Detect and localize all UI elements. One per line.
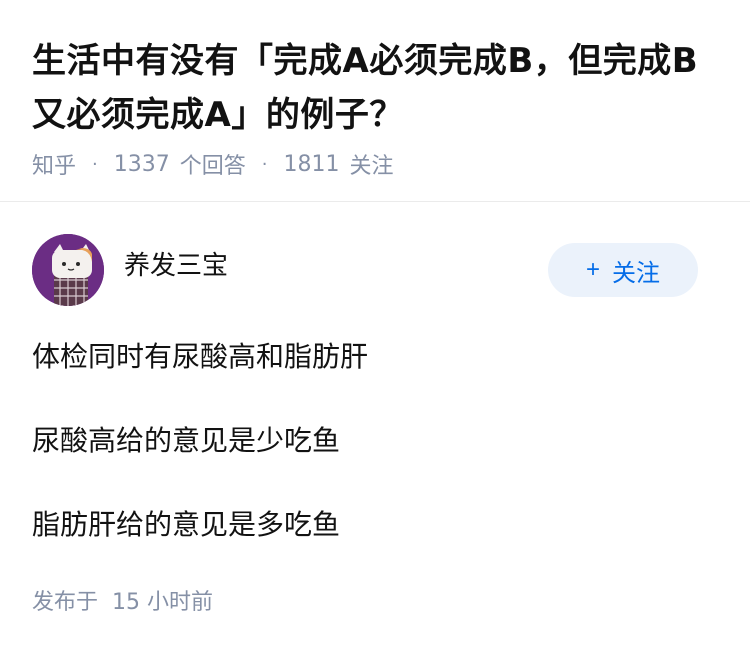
- follower-count-label: 关注: [349, 154, 394, 179]
- follow-button[interactable]: + 关注: [548, 243, 698, 297]
- meta-separator: ·: [92, 153, 98, 175]
- meta-separator: ·: [261, 153, 268, 175]
- answer-paragraph: 脂肪肝给的意见是多吃鱼: [32, 508, 341, 541]
- question-meta: 知乎 · 1337 个回答 · 1811 关注: [32, 148, 718, 180]
- answer-paragraph: 尿酸高给的意见是少吃鱼: [32, 424, 341, 457]
- plus-icon: +: [585, 256, 600, 283]
- answer-page: 生活中有没有「完成A必须完成B，但完成B又必须完成A」的例子？ 知乎 · 133…: [0, 0, 750, 652]
- author-row: 养发三宝 + 关注: [0, 234, 750, 306]
- answer-content: 体检同时有尿酸高和脂肪肝 尿酸高给的意见是少吃鱼 脂肪肝给的意见是多吃鱼: [0, 336, 750, 546]
- answer-paragraph: 体检同时有尿酸高和脂肪肝: [32, 340, 369, 373]
- section-divider: [0, 201, 750, 202]
- answer-count-label: 个回答: [179, 154, 246, 179]
- cartoon-avatar-icon: [32, 234, 104, 306]
- answer-count: 1337: [113, 151, 170, 177]
- follower-count: 1811: [283, 151, 340, 177]
- follow-button-label: 关注: [612, 259, 660, 287]
- question-title[interactable]: 生活中有没有「完成A必须完成B，但完成B又必须完成A」的例子？: [32, 34, 718, 142]
- author-name[interactable]: 养发三宝: [124, 248, 228, 284]
- question-header: 生活中有没有「完成A必须完成B，但完成B又必须完成A」的例子？ 知乎 · 133…: [0, 0, 750, 180]
- answer-card: 养发三宝 + 关注 体检同时有尿酸高和脂肪肝 尿酸高给的意见是少吃鱼 脂肪肝给的…: [0, 234, 750, 588]
- avatar[interactable]: [32, 234, 104, 306]
- source-label[interactable]: 知乎: [32, 148, 76, 180]
- publish-time-value: 15 小时前: [112, 590, 214, 615]
- publish-time: 发布于 15 小时前: [32, 584, 213, 616]
- publish-prefix: 发布于: [32, 590, 99, 615]
